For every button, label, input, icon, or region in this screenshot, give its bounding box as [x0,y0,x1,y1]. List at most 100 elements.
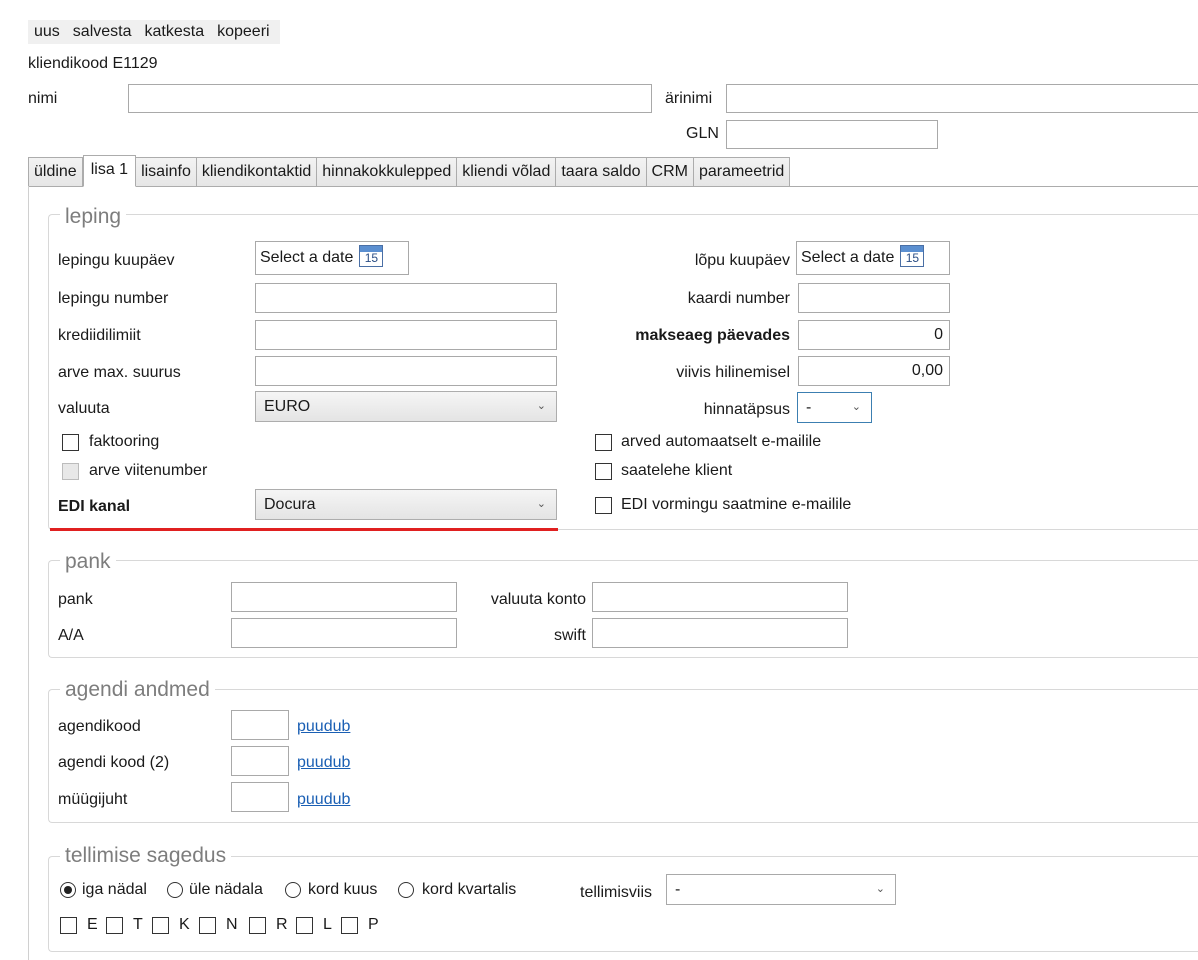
auto-email-label: arved automaatselt e-mailile [621,433,822,450]
frequency-legend: tellimise sagedus [60,843,232,869]
day-checkbox-r[interactable] [249,917,266,934]
currency-account-input[interactable] [592,582,848,612]
max-invoice-label: arve max. suurus [58,364,181,381]
save-button[interactable]: salvesta [73,23,132,41]
auto-email-checkbox[interactable] [595,434,612,451]
max-invoice-input[interactable] [255,356,557,386]
freq-quarterly-label: kord kvartalis [422,881,517,898]
account-input[interactable] [231,618,457,648]
tab-panel-left-border [28,186,29,960]
gln-label: GLN [686,125,719,142]
card-number-label: kaardi number [687,290,790,307]
start-date-label: lepingu kuupäev [58,252,175,269]
day-checkbox-k[interactable] [152,917,169,934]
copy-button[interactable]: kopeeri [217,23,269,41]
sales-manager-input[interactable] [231,782,289,812]
payment-days-input[interactable]: 0 [798,320,950,350]
day-label-k: K [179,916,190,933]
penalty-label: viivis hilinemisel [676,364,790,381]
edi-email-label: EDI vormingu saatmine e-mailile [621,496,852,513]
swift-input[interactable] [592,618,848,648]
chevron-down-icon: ⌄ [851,401,861,413]
new-button[interactable]: uus [34,23,60,41]
contract-number-input[interactable] [255,283,557,313]
day-label-p: P [368,916,379,933]
cancel-button[interactable]: katkesta [145,23,205,41]
highlight-underline [50,528,558,531]
chevron-down-icon: ⌄ [875,883,885,895]
price-precision-select[interactable]: - ⌄ [797,392,872,423]
name-label: nimi [28,90,58,107]
tab-parameetrid[interactable]: parameetrid [693,157,791,187]
currency-account-label: valuuta konto [490,591,586,608]
gln-input[interactable] [726,120,938,149]
freq-weekly-label: iga nädal [82,881,147,898]
order-method-select[interactable]: - ⌄ [666,874,896,905]
sales-manager-label: müügijuht [58,791,128,808]
agent-code-input[interactable] [231,710,289,740]
day-checkbox-n[interactable] [199,917,216,934]
tab-lisainfo[interactable]: lisainfo [136,157,197,187]
currency-select[interactable]: EURO ⌄ [255,391,557,422]
tab-taara-saldo[interactable]: taara saldo [556,157,647,187]
edi-channel-select[interactable]: Docura ⌄ [255,489,557,520]
contract-legend: leping [60,204,127,230]
currency-label: valuuta [58,400,110,417]
day-label-r: R [276,916,288,933]
bank-input[interactable] [231,582,457,612]
day-label-e: E [87,916,98,933]
freq-quarterly-radio[interactable] [398,882,414,898]
freq-weekly-radio[interactable] [60,882,76,898]
freq-biweekly-radio[interactable] [167,882,183,898]
invoice-ref-label: arve viitenumber [89,462,208,479]
card-number-input[interactable] [798,283,950,313]
edi-email-checkbox[interactable] [595,497,612,514]
day-checkbox-l[interactable] [296,917,313,934]
day-checkbox-t[interactable] [106,917,123,934]
tab-uldine[interactable]: üldine [28,157,83,187]
chevron-down-icon: ⌄ [536,400,546,412]
waybill-checkbox[interactable] [595,463,612,480]
tab-hinnakokkulepped[interactable]: hinnakokkulepped [317,157,458,187]
start-date-placeholder: Select a date [260,249,354,266]
tab-kliendi-volad[interactable]: kliendi võlad [457,157,557,187]
penalty-input[interactable]: 0,00 [798,356,950,386]
contract-number-label: lepingu number [58,290,169,307]
tab-crm[interactable]: CRM [646,157,694,187]
calendar-icon[interactable]: 15 [359,245,384,268]
freq-monthly-label: kord kuus [308,881,378,898]
day-checkbox-p[interactable] [341,917,358,934]
freq-monthly-radio[interactable] [285,882,301,898]
tab-bar: üldine lisa 1 lisainfo kliendikontaktid … [28,155,791,187]
agent-code-2-input[interactable] [231,746,289,776]
end-date-placeholder: Select a date [801,249,895,266]
agent-code-link[interactable]: puudub [297,717,350,737]
swift-label: swift [554,627,586,644]
price-precision-label: hinnatäpsus [703,401,790,418]
tab-lisa-1[interactable]: lisa 1 [82,155,137,187]
agent-legend: agendi andmed [60,677,215,703]
sales-manager-link[interactable]: puudub [297,790,350,810]
tab-panel-border [28,186,1198,187]
credit-limit-label: krediidilimiit [58,327,141,344]
name-input[interactable] [128,84,652,113]
account-label: A/A [58,627,84,644]
end-date-picker[interactable]: Select a date 15 [796,241,950,275]
payment-days-label: makseaeg päevades [635,327,790,344]
menu-bar: uus salvesta katkesta kopeeri [28,20,280,44]
business-name-input[interactable] [726,84,1198,113]
agent-code-2-link[interactable]: puudub [297,753,350,773]
credit-limit-input[interactable] [255,320,557,350]
agent-group [48,689,1198,823]
factoring-checkbox[interactable] [62,434,79,451]
calendar-icon[interactable]: 15 [900,245,925,268]
tab-kliendikontaktid[interactable]: kliendikontaktid [196,157,318,187]
chevron-down-icon: ⌄ [536,498,546,510]
day-label-l: L [323,916,332,933]
start-date-picker[interactable]: Select a date 15 [255,241,409,275]
freq-biweekly-label: üle nädala [189,881,263,898]
day-checkbox-e[interactable] [60,917,77,934]
factoring-label: faktooring [89,433,160,450]
day-label-n: N [226,916,238,933]
edi-channel-label: EDI kanal [58,498,131,515]
